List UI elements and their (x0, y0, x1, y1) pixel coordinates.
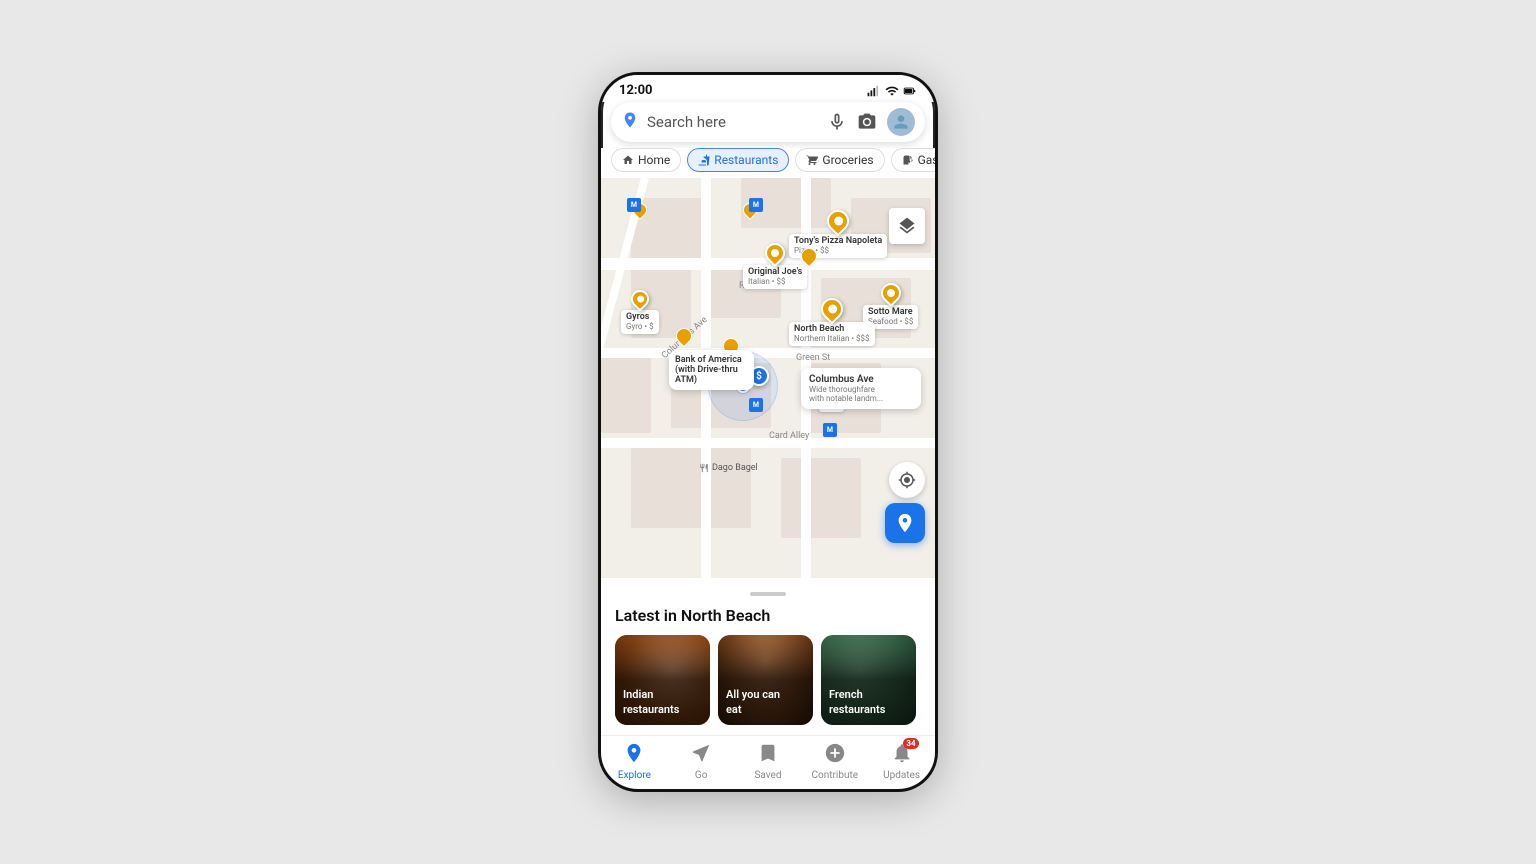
gas-chip-icon (902, 154, 914, 166)
dago-bagel-label: Dago Bagel (699, 463, 758, 473)
location-pin-icon (621, 111, 639, 129)
nav-go-label: Go (695, 770, 708, 781)
chip-groceries[interactable]: Groceries (795, 148, 884, 172)
battery-icon (903, 84, 917, 98)
card-french-label: Frenchrestaurants (829, 688, 885, 717)
nav-go-icon-wrap (690, 742, 712, 768)
nav-explore-icon-wrap (623, 742, 645, 768)
map-road-h3 (601, 438, 935, 448)
search-bar[interactable]: Search here (611, 102, 925, 142)
avatar[interactable] (887, 108, 915, 136)
bottom-sheet: Latest in North Beach Indianrestaurants … (601, 578, 935, 735)
card-french[interactable]: Frenchrestaurants (821, 635, 916, 725)
camera-icon[interactable] (857, 112, 877, 132)
columbus-popup-title: Columbus Ave (809, 374, 913, 385)
updates-badge: 34 (903, 738, 918, 749)
nav-updates[interactable]: 34 Updates (877, 742, 927, 781)
drag-handle[interactable] (750, 592, 786, 596)
restaurant-chip-icon (698, 154, 710, 166)
status-bar: 12:00 (601, 75, 935, 102)
go-icon (690, 742, 712, 764)
transit-pin-3: M (749, 398, 763, 412)
navigation-icon (894, 512, 916, 534)
phone-frame: 12:00 SF Italian Athletic Club Search he… (598, 72, 938, 792)
nav-saved-icon-wrap (757, 742, 779, 768)
bottom-nav: Explore Go Saved Contribute 34 Updat (601, 735, 935, 789)
pin-small-3 (801, 248, 817, 264)
map-area[interactable]: Columbus Ave Red Window Green St Card Al… (601, 178, 935, 578)
nav-updates-icon-wrap: 34 (891, 742, 913, 768)
map-road-h2 (601, 348, 935, 358)
pin-gyros[interactable]: GyrosGyro • $ (621, 290, 659, 334)
chip-gas-label: Gas (918, 153, 935, 167)
contribute-icon (824, 742, 846, 764)
transit-pin-2: M (749, 198, 763, 212)
nav-explore[interactable]: Explore (609, 742, 659, 781)
navigate-button[interactable] (885, 503, 925, 543)
pin-north-beach[interactable]: North BeachNorthern Italian • $$$ (789, 298, 875, 346)
card-ayce-label: All you caneat (726, 688, 780, 717)
bank-popup-title: Bank of America (with Drive-thru ATM) (675, 355, 748, 385)
explore-icon (623, 742, 645, 764)
transit-pin-1: M (627, 198, 641, 212)
search-placeholder[interactable]: Search here (647, 113, 819, 131)
cards-row: Indianrestaurants All you caneat Frenchr… (615, 635, 921, 735)
groceries-chip-icon (806, 154, 818, 166)
chip-home-label: Home (638, 153, 670, 167)
map-block (631, 448, 751, 528)
status-icons (867, 84, 917, 98)
layers-button[interactable] (889, 208, 925, 244)
card-allyoucaneat[interactable]: All you caneat (718, 635, 813, 725)
location-button[interactable] (889, 462, 925, 498)
chips-row: Home Restaurants Groceries Gas (601, 148, 935, 178)
pin-original-joes[interactable]: Original Joe'sItalian • $$ (743, 243, 807, 289)
transit-pin-4: M (823, 423, 837, 437)
nav-saved-label: Saved (754, 770, 781, 781)
card-indian-label: Indianrestaurants (623, 688, 679, 717)
pin-small-4 (676, 328, 692, 344)
nav-contribute-icon-wrap (824, 742, 846, 768)
maps-pin-icon (621, 111, 639, 133)
status-time: 12:00 (619, 83, 653, 98)
chip-home[interactable]: Home (611, 148, 681, 172)
columbus-popup[interactable]: Columbus Ave Wide thoroughfarewith notab… (801, 368, 921, 409)
chip-gas[interactable]: Gas (891, 148, 935, 172)
nav-contribute[interactable]: Contribute (810, 742, 860, 781)
signal-icon (867, 84, 881, 98)
home-chip-icon (622, 154, 634, 166)
card-alley-label: Card Alley (769, 431, 809, 441)
nav-go[interactable]: Go (676, 742, 726, 781)
nav-saved[interactable]: Saved (743, 742, 793, 781)
green-st-label: Green St (796, 353, 830, 363)
saved-icon (757, 742, 779, 764)
nav-explore-label: Explore (618, 770, 651, 781)
bank-popup[interactable]: Bank of America (with Drive-thru ATM) (669, 350, 754, 390)
chip-restaurants[interactable]: Restaurants (687, 148, 789, 172)
chip-restaurants-label: Restaurants (714, 153, 778, 167)
wifi-icon (885, 84, 899, 98)
map-block (601, 353, 651, 433)
microphone-icon[interactable] (827, 112, 847, 132)
search-actions (827, 108, 915, 136)
nav-contribute-label: Contribute (812, 770, 859, 781)
chip-groceries-label: Groceries (822, 153, 873, 167)
my-location-icon (898, 471, 916, 489)
nav-updates-label: Updates (883, 770, 920, 781)
layers-icon (897, 216, 917, 236)
section-title: Latest in North Beach (615, 606, 921, 625)
columbus-popup-sub: Wide thoroughfarewith notable landm... (809, 385, 913, 403)
map-block (781, 458, 861, 538)
card-indian[interactable]: Indianrestaurants (615, 635, 710, 725)
